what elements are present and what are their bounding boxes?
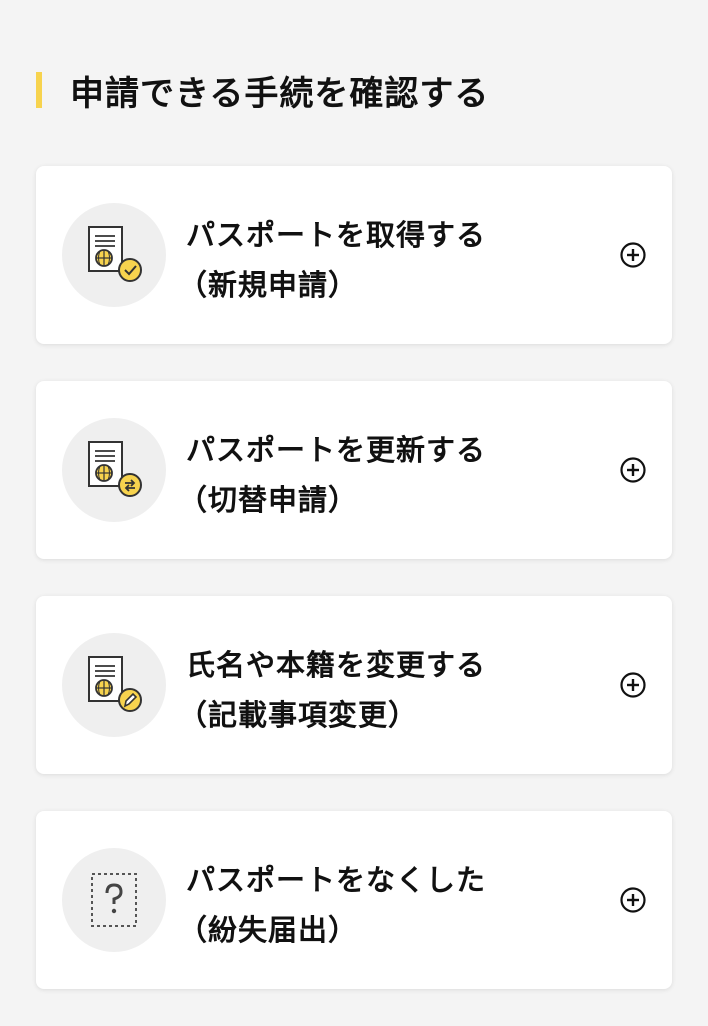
passport-edit-icon bbox=[62, 633, 166, 737]
card-label: 氏名や本籍を変更する （記載事項変更） bbox=[178, 640, 576, 740]
plus-circle-icon[interactable] bbox=[620, 242, 646, 268]
card-title: パスポートを更新する bbox=[186, 433, 487, 467]
plus-circle-icon[interactable] bbox=[620, 457, 646, 483]
card-label: パスポートをなくした （紛失届出） bbox=[178, 855, 576, 955]
procedure-card-list: パスポートを取得する （新規申請） パスポートを更新する （切替申請） 氏名や本… bbox=[36, 166, 672, 1026]
plus-circle-icon[interactable] bbox=[620, 887, 646, 913]
card-title: パスポートを取得する bbox=[186, 218, 487, 252]
card-renewal[interactable]: パスポートを更新する （切替申請） bbox=[36, 381, 672, 559]
passport-renew-icon bbox=[62, 418, 166, 522]
card-subtitle: （記載事項変更） bbox=[178, 698, 419, 732]
card-title: パスポートをなくした bbox=[186, 863, 487, 897]
card-subtitle: （新規申請） bbox=[178, 268, 359, 302]
title-accent-bar bbox=[36, 72, 42, 108]
lost-document-question-icon bbox=[62, 848, 166, 952]
plus-circle-icon[interactable] bbox=[620, 672, 646, 698]
card-title: 氏名や本籍を変更する bbox=[186, 648, 487, 682]
section-title: 申請できる手続を確認する bbox=[70, 73, 490, 114]
card-lost-report[interactable]: パスポートをなくした （紛失届出） bbox=[36, 811, 672, 989]
card-new-application[interactable]: パスポートを取得する （新規申請） bbox=[36, 166, 672, 344]
card-subtitle: （切替申請） bbox=[178, 483, 359, 517]
section-header: 申請できる手続を確認する bbox=[36, 68, 490, 114]
card-record-change[interactable]: 氏名や本籍を変更する （記載事項変更） bbox=[36, 596, 672, 774]
passport-check-icon bbox=[62, 203, 166, 307]
card-subtitle: （紛失届出） bbox=[178, 913, 359, 947]
card-label: パスポートを更新する （切替申請） bbox=[178, 425, 576, 525]
card-label: パスポートを取得する （新規申請） bbox=[178, 210, 576, 310]
